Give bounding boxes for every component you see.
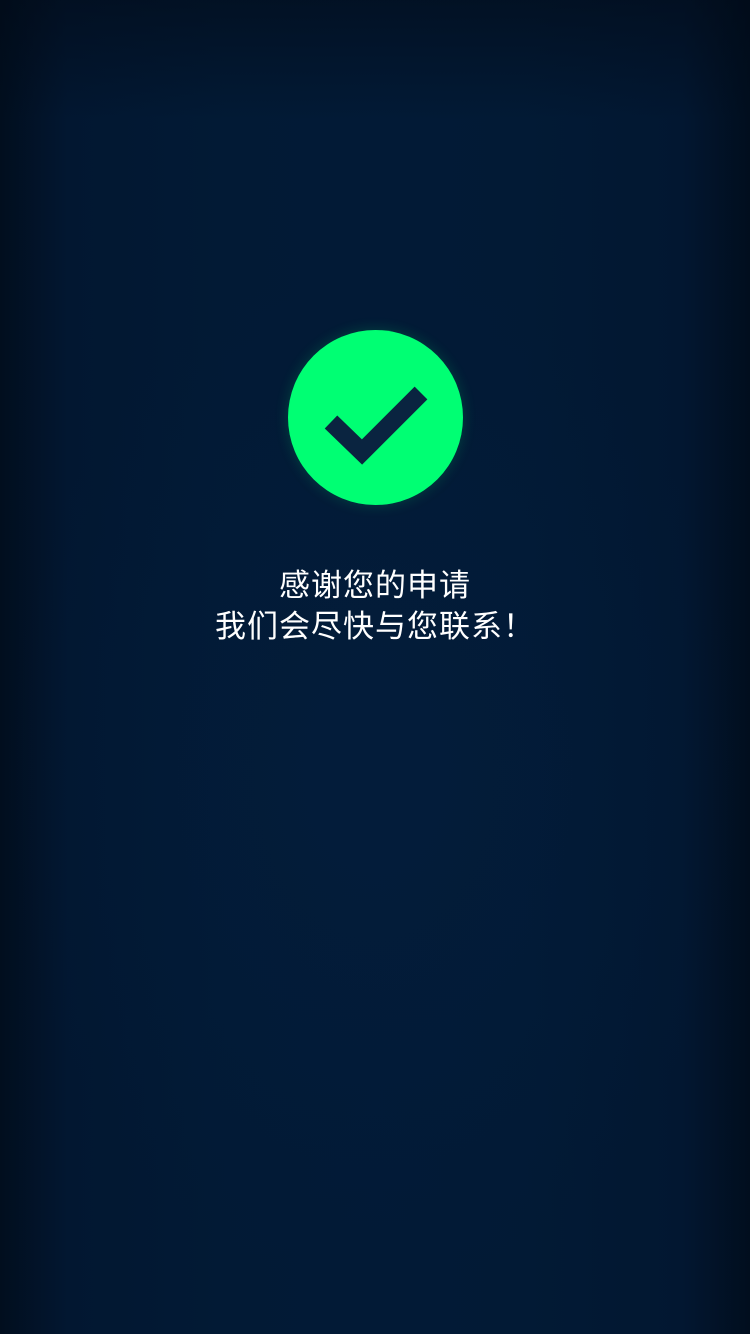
checkmark-icon <box>324 386 428 465</box>
confirmation-message: 感谢您的申请 我们会尽快与您联系！ <box>0 566 750 648</box>
message-subtitle: 我们会尽快与您联系！ <box>215 609 535 645</box>
success-screen: 感谢您的申请 我们会尽快与您联系！ <box>0 0 750 1334</box>
message-title: 感谢您的申请 <box>279 568 471 604</box>
check-circle-icon <box>288 330 463 505</box>
